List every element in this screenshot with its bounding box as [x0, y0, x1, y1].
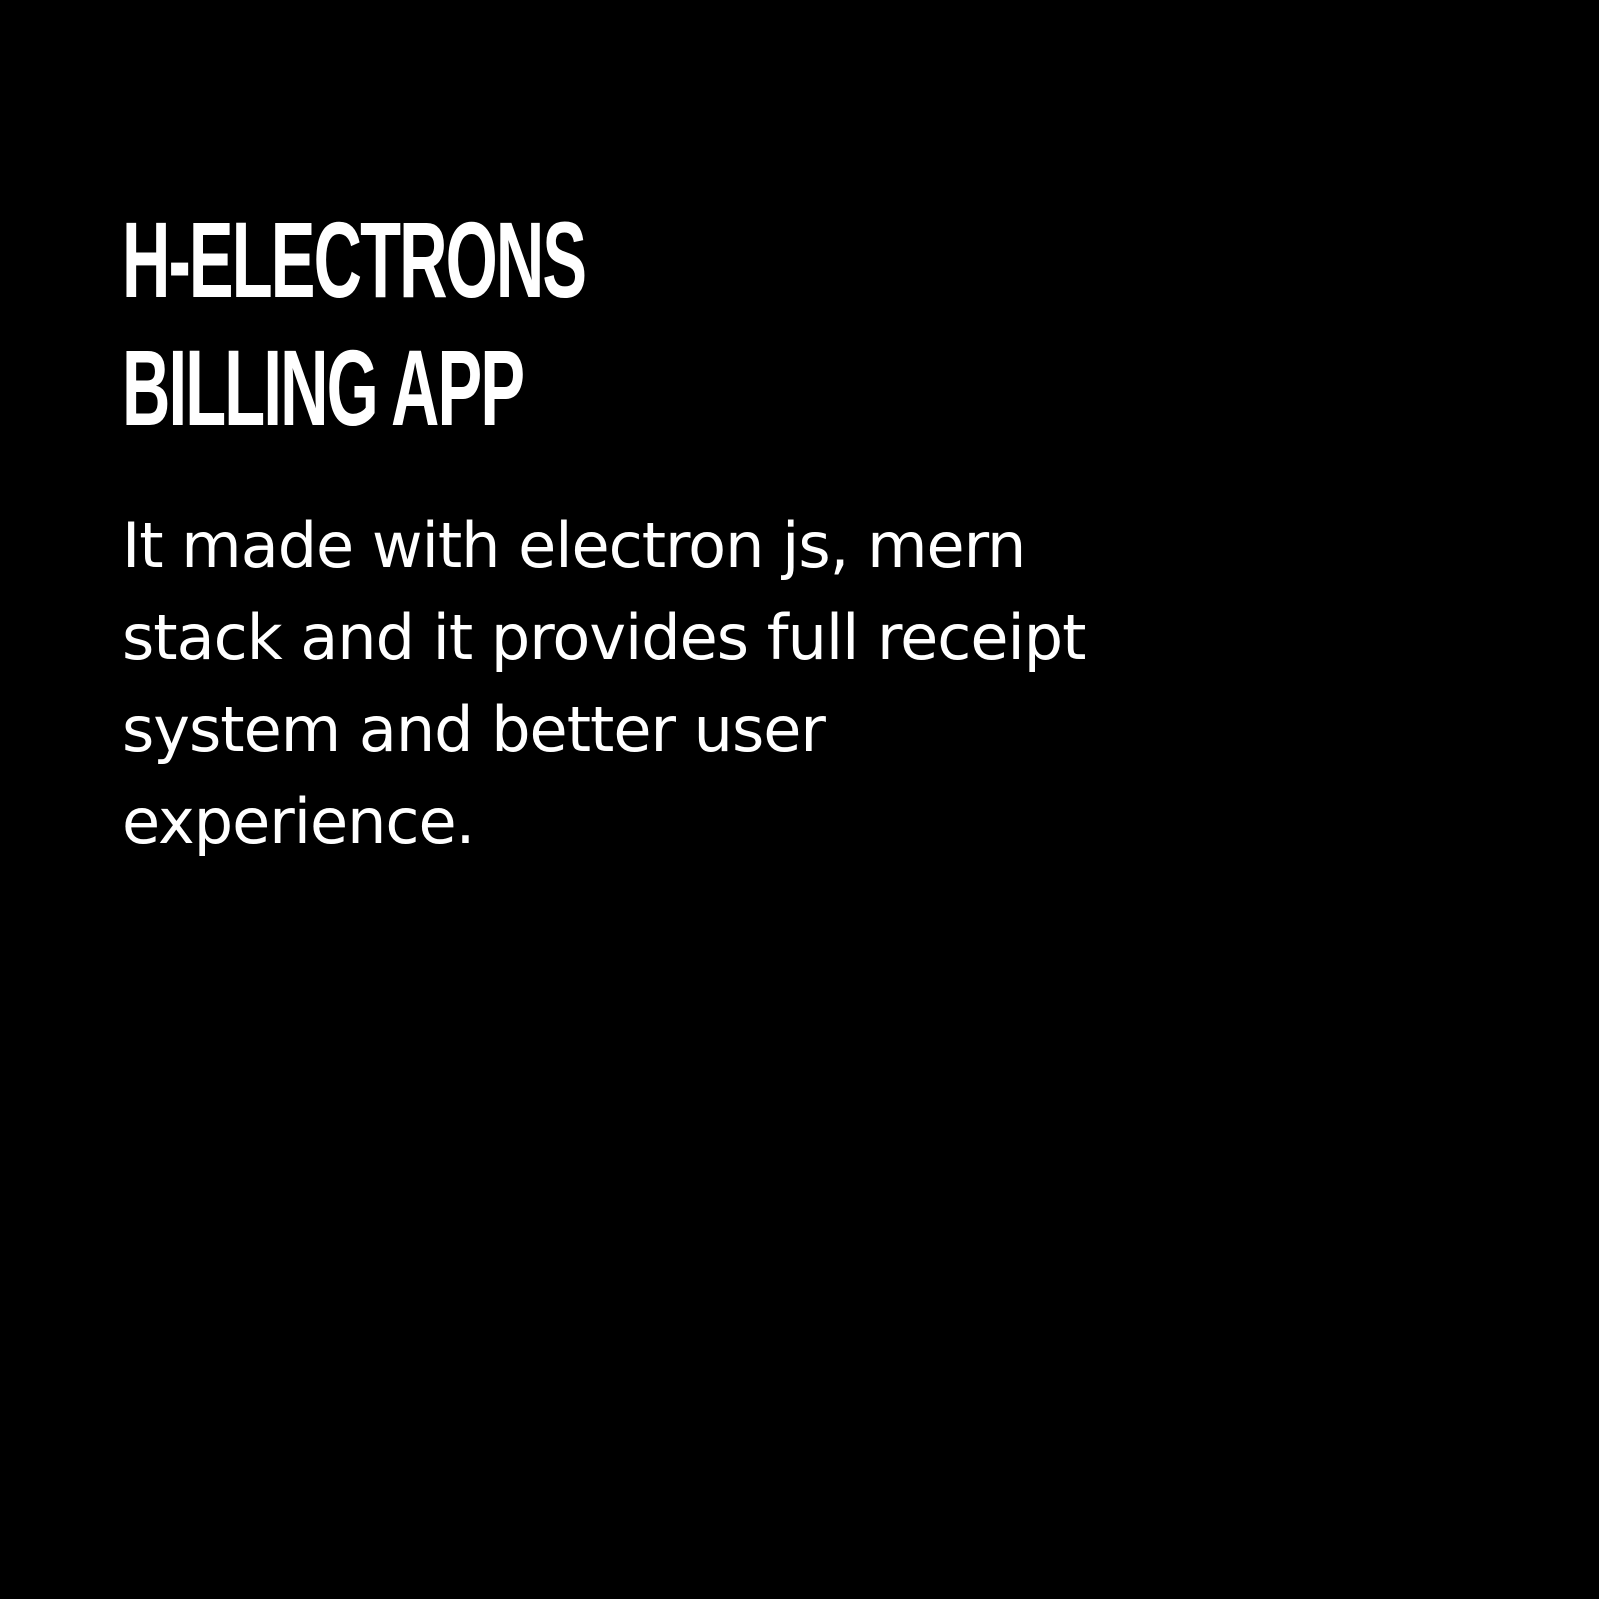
project-title-line-2: BILLING APP: [122, 327, 525, 448]
project-title: H-ELECTRONS BILLING APP: [122, 196, 1422, 452]
project-title-line-1: H-ELECTRONS: [122, 199, 587, 320]
project-description: It made with electron js, mern stack and…: [122, 509, 1086, 858]
project-card: H-ELECTRONS BILLING APP It made with ele…: [0, 0, 1599, 1599]
